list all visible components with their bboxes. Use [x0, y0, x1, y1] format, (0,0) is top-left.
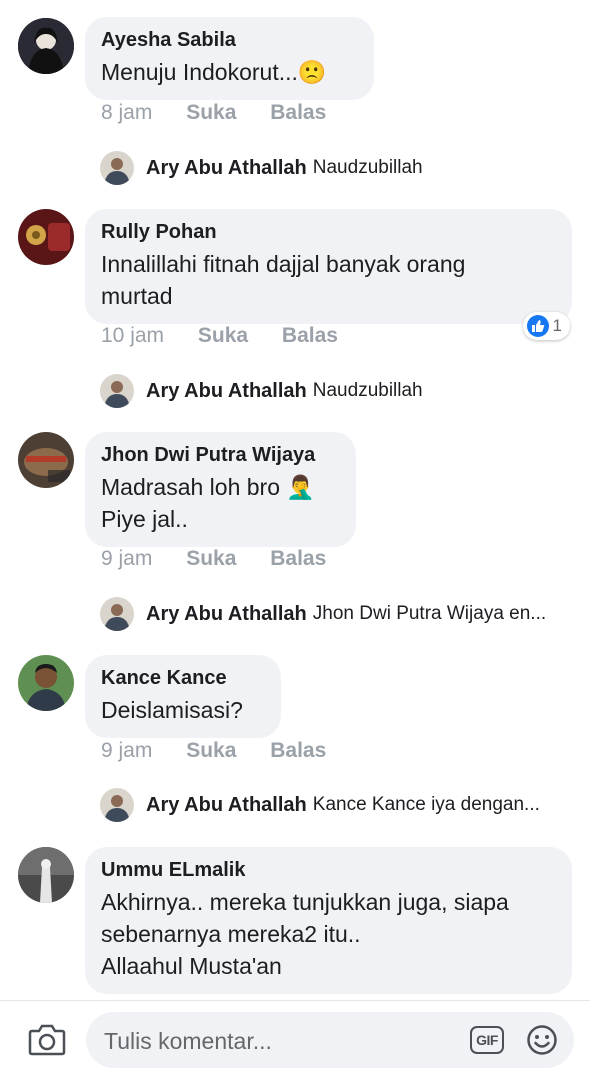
comment-text-line: Innalillahi fitnah dajjal banyak orang	[101, 251, 466, 277]
comment-author[interactable]: Ayesha Sabila	[101, 28, 356, 52]
avatar[interactable]	[18, 655, 74, 711]
comment-input-box[interactable]: GIF	[86, 1012, 574, 1070]
comment-bubble: Kance Kance Deislamisasi?	[85, 655, 281, 738]
comment-text-line: murtad	[101, 283, 173, 309]
like-button[interactable]: Suka	[186, 546, 236, 572]
comment-time[interactable]: 9 jam	[101, 546, 152, 572]
comment-actions: 9 jam Suka Balas	[101, 546, 354, 572]
reply-author: Ary Abu Athallah	[146, 379, 307, 402]
emoji-icon[interactable]	[526, 1024, 558, 1056]
comment-author[interactable]: Kance Kance	[101, 666, 263, 690]
comment-bubble: Rully Pohan Innalillahi fitnah dajjal ba…	[85, 209, 572, 324]
avatar[interactable]	[18, 209, 74, 265]
reply-text: Kance Kance iya dengan...	[312, 794, 540, 815]
reply-button[interactable]: Balas	[270, 546, 326, 572]
comment-actions: 8 jam Suka Balas	[101, 100, 354, 126]
reply-text: Naudzubillah	[312, 157, 423, 178]
avatar[interactable]	[18, 18, 74, 74]
camera-icon[interactable]	[28, 1021, 66, 1057]
reply-preview[interactable]: Ary Abu Athallah Jhon Dwi Putra Wijaya e…	[100, 596, 546, 632]
comment-text-line: sebenarnya mereka2 itu..	[101, 921, 361, 947]
comment-actions: 9 jam Suka Balas	[101, 738, 354, 764]
reply-avatar	[100, 597, 134, 631]
comment-time[interactable]: 9 jam	[101, 738, 152, 764]
avatar[interactable]	[18, 847, 74, 903]
reply-author: Ary Abu Athallah	[146, 156, 307, 179]
comment-author[interactable]: Jhon Dwi Putra Wijaya	[101, 443, 338, 467]
avatar[interactable]	[18, 432, 74, 488]
reply-preview[interactable]: Ary Abu Athallah Kance Kance iya dengan.…	[100, 787, 540, 823]
reply-text: Jhon Dwi Putra Wijaya en...	[312, 603, 547, 624]
gif-button[interactable]: GIF	[470, 1026, 504, 1054]
comment-bubble: Ayesha Sabila Menuju Indokorut...🙁	[85, 17, 374, 100]
comment-time[interactable]: 8 jam	[101, 100, 152, 126]
thumbs-up-icon	[526, 315, 549, 337]
reply-avatar	[100, 151, 134, 185]
reply-button[interactable]: Balas	[282, 323, 338, 349]
reply-preview[interactable]: Ary Abu Athallah Naudzubillah	[100, 373, 423, 409]
reply-button[interactable]: Balas	[270, 100, 326, 126]
reaction-summary[interactable]: 1	[522, 312, 570, 340]
comment-author[interactable]: Rully Pohan	[101, 220, 554, 244]
like-button[interactable]: Suka	[198, 323, 248, 349]
comment-author[interactable]: Ummu ELmalik	[101, 858, 554, 882]
comment-input[interactable]	[102, 1012, 466, 1070]
reply-avatar	[100, 788, 134, 822]
reply-author: Ary Abu Athallah	[146, 793, 307, 816]
reply-button[interactable]: Balas	[270, 738, 326, 764]
comment-text-line: Allaahul Musta'an	[101, 953, 282, 979]
comment-text-line: Piye jal..	[101, 506, 188, 532]
reply-preview[interactable]: Ary Abu Athallah Naudzubillah	[100, 150, 423, 186]
comment-text: Menuju Indokorut...🙁	[101, 59, 327, 85]
comment-text-line: Madrasah loh bro 🤦‍♂️	[101, 474, 316, 500]
comment-actions: 10 jam Suka Balas	[101, 323, 366, 349]
comment-bubble: Ummu ELmalik Akhirnya.. mereka tunjukkan…	[85, 847, 572, 994]
comment-composer: GIF	[0, 1000, 590, 1080]
reply-author: Ary Abu Athallah	[146, 602, 307, 625]
like-button[interactable]: Suka	[186, 738, 236, 764]
comment-bubble: Jhon Dwi Putra Wijaya Madrasah loh bro 🤦…	[85, 432, 356, 547]
reply-text: Naudzubillah	[312, 380, 423, 401]
comment-time[interactable]: 10 jam	[101, 323, 164, 349]
comment-text: Deislamisasi?	[101, 697, 243, 723]
comment-text-line: Akhirnya.. mereka tunjukkan juga, siapa	[101, 889, 509, 915]
reply-avatar	[100, 374, 134, 408]
like-button[interactable]: Suka	[186, 100, 236, 126]
reaction-count: 1	[552, 316, 562, 335]
